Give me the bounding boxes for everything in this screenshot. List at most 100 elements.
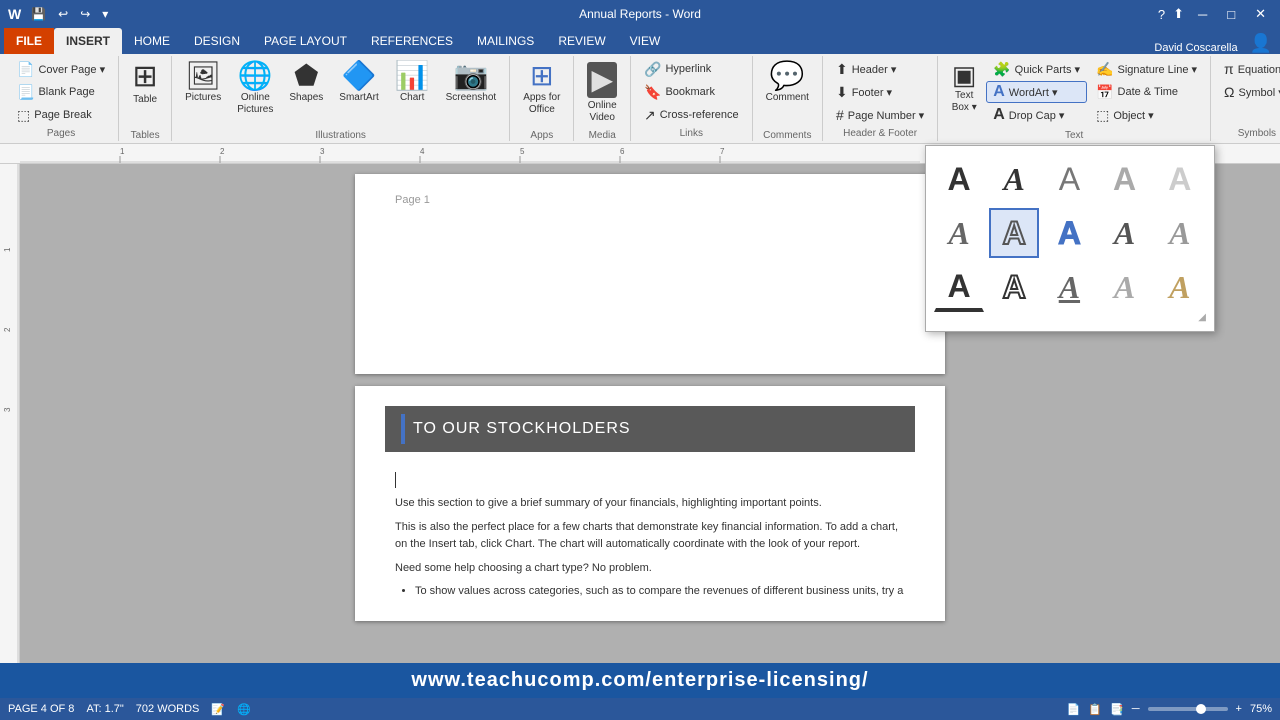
tab-home[interactable]: HOME [122, 28, 182, 54]
redo-button[interactable]: ↪ [76, 5, 94, 23]
page-2[interactable]: TO OUR STOCKHOLDERS Use this section to … [355, 386, 945, 621]
wordart-style-4[interactable]: A [1100, 154, 1150, 204]
symbol-icon: Ω [1224, 84, 1234, 100]
view-print-icon[interactable]: 📄 [1067, 703, 1081, 716]
view-web-icon[interactable]: 📑 [1110, 703, 1124, 716]
equation-button[interactable]: π Equation ▾ [1217, 58, 1280, 80]
media-items: ▶ OnlineVideo [580, 58, 624, 128]
tab-review[interactable]: REVIEW [546, 28, 617, 54]
tab-mailings[interactable]: MAILINGS [465, 28, 546, 54]
cross-reference-button[interactable]: ↗ Cross-reference [637, 104, 746, 126]
smartart-button[interactable]: 🔷 SmartArt [332, 58, 385, 128]
watermark-bar: www.teachucomp.com/enterprise-licensing/ [0, 663, 1280, 698]
header-footer-group-label: Header & Footer [829, 126, 931, 139]
undo-button[interactable]: ↩ [54, 5, 72, 23]
wordart-grid: A A A A A A A A A A A A A A A [934, 154, 1206, 312]
tab-references[interactable]: REFERENCES [359, 28, 465, 54]
signature-line-button[interactable]: ✍ Signature Line ▾ [1089, 58, 1204, 80]
page-break-button[interactable]: ⬚ Page Break [10, 104, 112, 126]
svg-text:4: 4 [420, 147, 425, 156]
tab-view[interactable]: VIEW [618, 28, 673, 54]
hyperlink-button[interactable]: 🔗 Hyperlink [637, 58, 746, 80]
panel-resize-handle[interactable]: ◢ [934, 312, 1206, 323]
online-pictures-button[interactable]: 🌐 OnlinePictures [230, 58, 280, 128]
wordart-style-8[interactable]: A [1044, 208, 1094, 258]
links-group-label: Links [637, 126, 746, 139]
wordart-button[interactable]: A WordArt ▾ [986, 81, 1087, 103]
apps-group-label: Apps [516, 128, 567, 141]
blank-page-button[interactable]: 📃 Blank Page [10, 81, 112, 103]
cover-page-icon: 📄 [17, 61, 34, 78]
table-button[interactable]: ⊞ Table [125, 58, 165, 128]
screenshot-button[interactable]: 📷 Screenshot [439, 58, 504, 128]
footer-icon: ⬇ [836, 84, 848, 101]
pictures-button[interactable]: 🖼 Pictures [178, 58, 228, 128]
quick-access-buttons: 💾 ↩ ↪ ▾ [27, 5, 112, 23]
group-header-footer: ⬆ Header ▾ ⬇ Footer ▾ # Page Number ▾ He… [823, 56, 938, 141]
apps-office-button[interactable]: ⊞ Apps forOffice [516, 58, 567, 128]
wordart-style-3[interactable]: A [1044, 154, 1094, 204]
header-button[interactable]: ⬆ Header ▾ [829, 58, 931, 80]
wordart-style-15[interactable]: A [1155, 262, 1205, 312]
chart-button[interactable]: 📊 Chart [388, 58, 437, 128]
group-text: ▣ TextBox ▾ 🧩 Quick Parts ▾ A WordArt ▾ … [938, 56, 1211, 141]
drop-cap-button[interactable]: A Drop Cap ▾ [986, 104, 1087, 126]
wordart-style-13[interactable]: A [1044, 262, 1094, 312]
zoom-level[interactable]: 75% [1250, 703, 1272, 715]
account-icon[interactable]: 👤 [1246, 33, 1276, 54]
date-time-button[interactable]: 📅 Date & Time [1089, 81, 1204, 103]
view-full-icon[interactable]: 📋 [1088, 703, 1102, 716]
zoom-in-button[interactable]: + [1236, 703, 1242, 715]
quick-parts-button[interactable]: 🧩 Quick Parts ▾ [986, 58, 1087, 80]
quick-parts-label: Quick Parts ▾ [1015, 63, 1080, 76]
save-button[interactable]: 💾 [27, 5, 50, 23]
wordart-style-9[interactable]: A [1100, 208, 1150, 258]
smartart-label: SmartArt [339, 92, 378, 104]
zoom-slider[interactable] [1148, 707, 1228, 711]
group-links: 🔗 Hyperlink 🔖 Bookmark ↗ Cross-reference… [631, 56, 753, 141]
text-box-button[interactable]: ▣ TextBox ▾ [944, 58, 984, 128]
pages-group-label: Pages [10, 126, 112, 139]
page-number-button[interactable]: # Page Number ▾ [829, 104, 931, 126]
title-bar: W 💾 ↩ ↪ ▾ Annual Reports - Word ? ⬆ ─ □ … [0, 0, 1280, 28]
wordart-style-7[interactable]: A [989, 208, 1039, 258]
online-video-button[interactable]: ▶ OnlineVideo [580, 58, 624, 128]
customize-qa-button[interactable]: ▾ [98, 5, 112, 23]
maximize-button[interactable]: □ [1221, 7, 1241, 22]
close-button[interactable]: ✕ [1249, 6, 1272, 22]
svg-text:2: 2 [220, 147, 225, 156]
text-items: ▣ TextBox ▾ 🧩 Quick Parts ▾ A WordArt ▾ … [944, 58, 1204, 128]
tab-design[interactable]: DESIGN [182, 28, 252, 54]
text-box-icon: ▣ [952, 62, 977, 88]
bookmark-button[interactable]: 🔖 Bookmark [637, 81, 746, 103]
wordart-style-6[interactable]: A [934, 208, 984, 258]
wordart-style-1[interactable]: A [934, 154, 984, 204]
vertical-ruler: 1 2 3 [0, 164, 20, 712]
cover-page-button[interactable]: 📄 Cover Page ▾ [10, 58, 112, 80]
svg-text:6: 6 [620, 147, 625, 156]
footer-button[interactable]: ⬇ Footer ▾ [829, 81, 931, 103]
page-info[interactable]: PAGE 4 OF 8 [8, 703, 74, 715]
date-time-label: Date & Time [1118, 86, 1179, 98]
page-1-label: Page 1 [395, 194, 905, 206]
ribbon-toggle-icon[interactable]: ⬆ [1173, 6, 1184, 22]
tab-file[interactable]: FILE [4, 28, 54, 54]
minimize-button[interactable]: ─ [1192, 7, 1213, 22]
tab-insert[interactable]: INSERT [54, 28, 122, 54]
comment-button[interactable]: 💬 Comment [759, 58, 816, 128]
tab-page-layout[interactable]: PAGE LAYOUT [252, 28, 359, 54]
equation-icon: π [1224, 61, 1234, 77]
wordart-style-2[interactable]: A [989, 154, 1039, 204]
wordart-style-5[interactable]: A [1155, 154, 1205, 204]
doc-paragraph-1: Use this section to give a brief summary… [395, 495, 905, 513]
wordart-style-10[interactable]: A [1155, 208, 1205, 258]
zoom-out-button[interactable]: ─ [1132, 703, 1140, 715]
wordart-style-12[interactable]: A [989, 262, 1039, 312]
object-button[interactable]: ⬚ Object ▾ [1089, 104, 1204, 126]
wordart-style-14[interactable]: A [1100, 262, 1150, 312]
help-icon[interactable]: ? [1158, 7, 1165, 22]
quick-parts-icon: 🧩 [993, 61, 1010, 78]
shapes-button[interactable]: ⬟ Shapes [282, 58, 330, 128]
symbol-button[interactable]: Ω Symbol ▾ [1217, 81, 1280, 103]
wordart-style-11[interactable]: A [934, 262, 984, 312]
